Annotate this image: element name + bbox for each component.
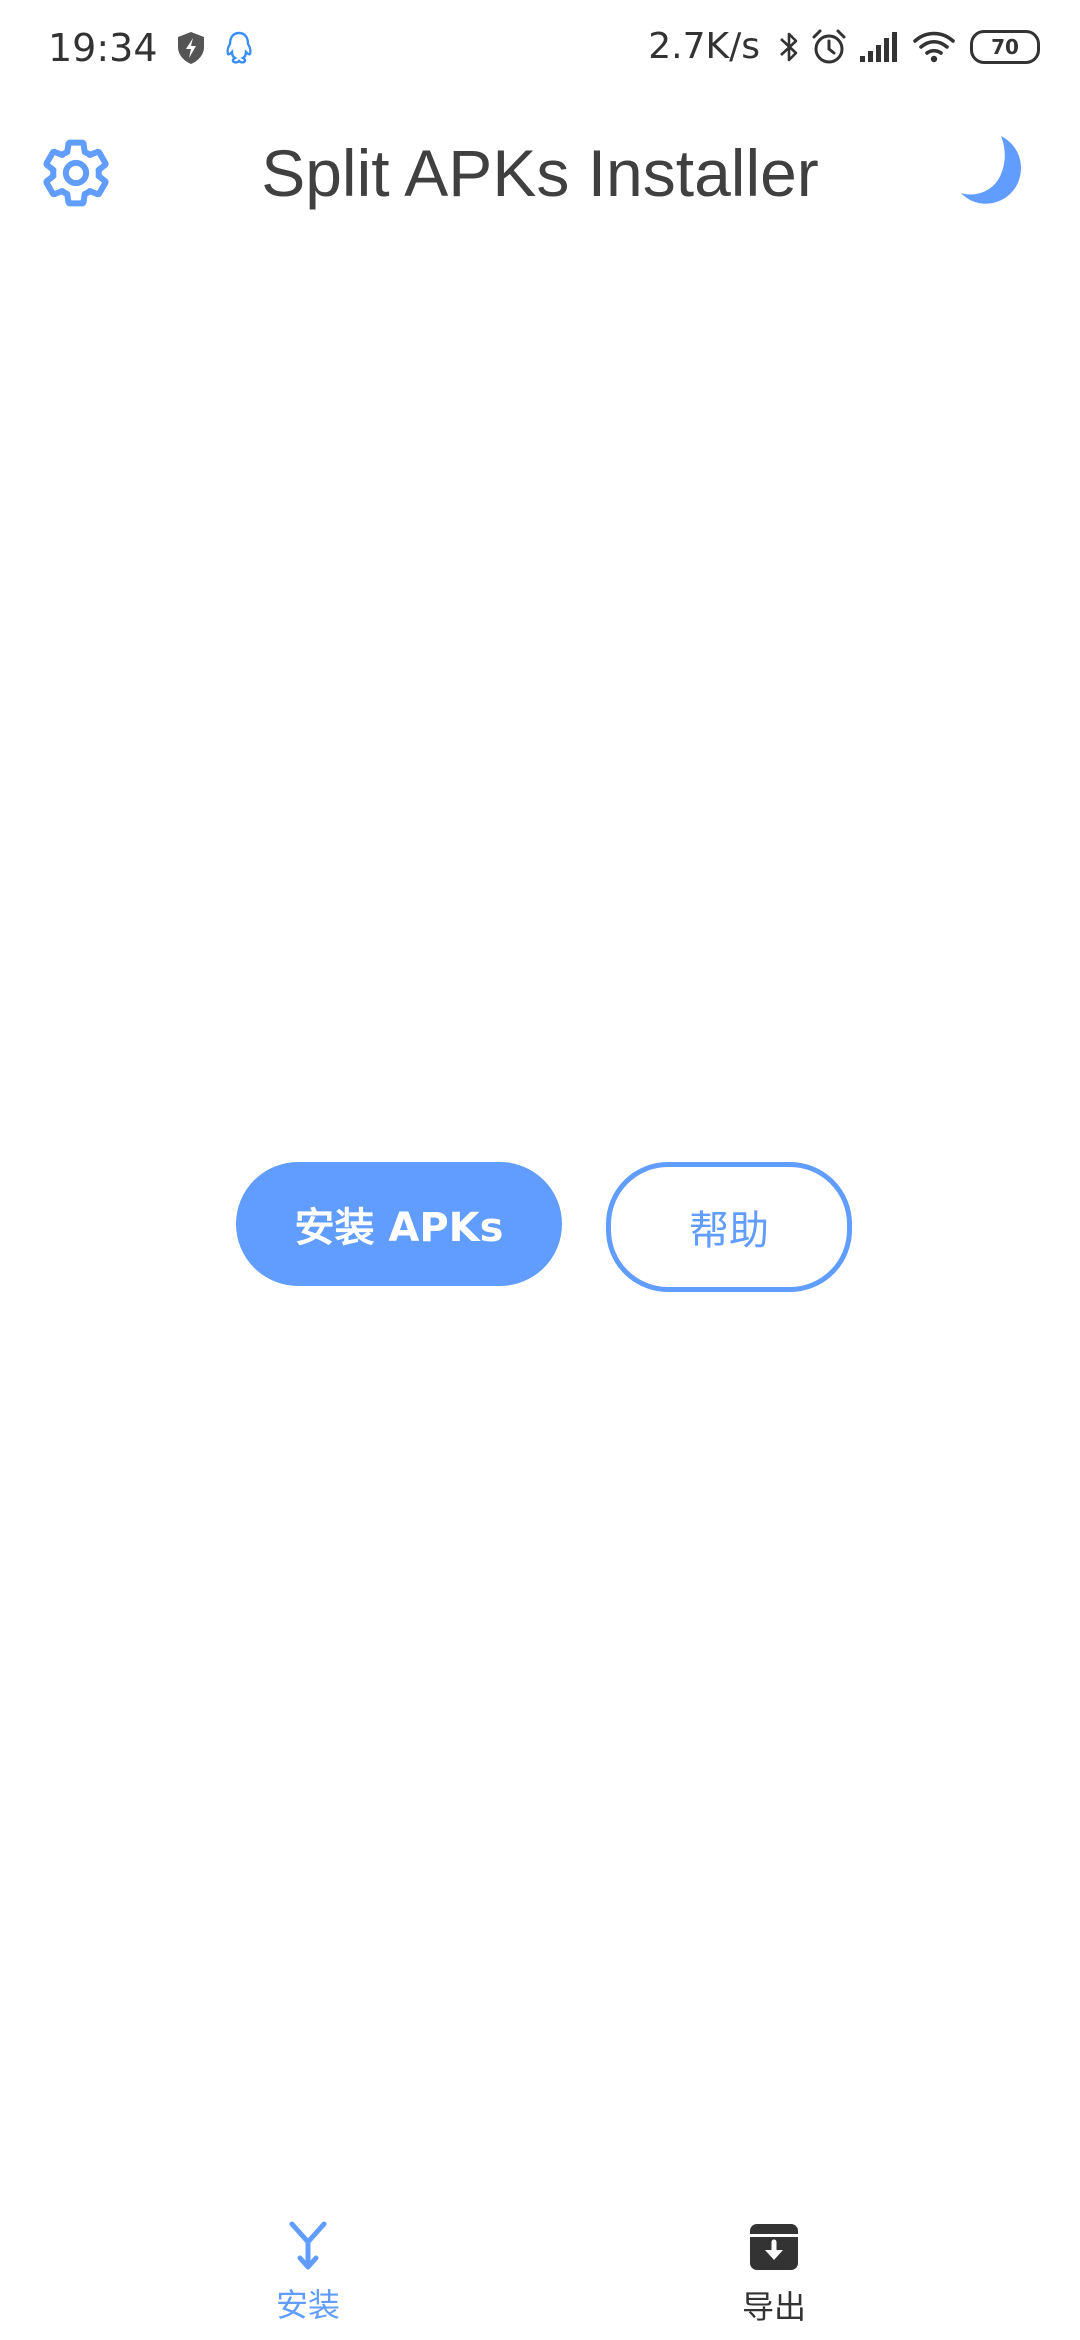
bottom-navigation: 安装 导出 — [0, 2200, 1080, 2340]
moon-icon — [961, 136, 1021, 204]
shield-bolt-icon — [177, 32, 204, 64]
nav-label-export: 导出 — [741, 2288, 806, 2326]
network-speed: 2.7K/s — [648, 26, 760, 67]
nav-item-install[interactable]: 安装 — [208, 2220, 408, 2326]
app-bar: Split APKs Installer — [0, 105, 1080, 255]
battery-icon: 70 — [970, 29, 1040, 64]
install-apks-button[interactable]: 安装 APKs — [236, 1162, 562, 1286]
main-actions: 安装 APKs 帮助 — [0, 1162, 1080, 1292]
install-merge-icon — [289, 2221, 327, 2270]
page-title: Split APKs Installer — [261, 136, 819, 210]
alarm-icon — [812, 29, 846, 63]
export-archive-icon — [750, 2224, 798, 2270]
nav-item-export[interactable]: 导出 — [674, 2220, 874, 2328]
signal-icon — [860, 31, 897, 62]
night-mode-button[interactable] — [950, 127, 1040, 217]
bluetooth-icon — [780, 32, 798, 61]
status-time: 19:34 — [48, 26, 158, 70]
nav-label-install: 安装 — [275, 2286, 340, 2324]
qq-penguin-icon — [225, 31, 252, 64]
screen: 19:34 2.7K/s 70 Split APKs Installer 安装 … — [0, 0, 1080, 2340]
help-button[interactable]: 帮助 — [606, 1162, 852, 1292]
wifi-icon — [913, 31, 955, 62]
status-bar-right: 2.7K/s 70 — [648, 26, 1040, 67]
status-bar-left: 19:34 — [48, 26, 254, 70]
status-bar: 19:34 2.7K/s 70 — [0, 0, 1080, 105]
battery-level: 70 — [991, 34, 1019, 59]
